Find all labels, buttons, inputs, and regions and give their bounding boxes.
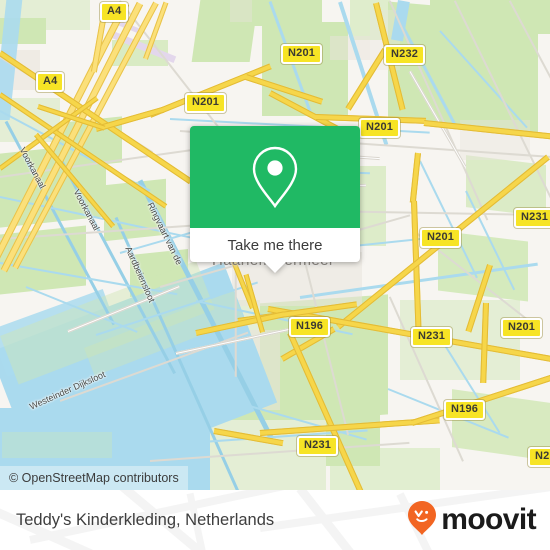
- take-me-there-button[interactable]: Take me there: [190, 228, 360, 273]
- moovit-logo[interactable]: moovit: [407, 490, 537, 550]
- map-canvas[interactable]: Haarlemmermeer Voorkanaal Voorkanaal Rin…: [0, 0, 550, 490]
- road-shield: N201: [281, 44, 323, 64]
- footer-bar: Teddy's Kinderkleding, Netherlands moovi…: [0, 490, 550, 550]
- road-shield: N196: [444, 400, 486, 420]
- road-shield: A4: [100, 2, 129, 22]
- osm-attribution[interactable]: © OpenStreetMap contributors: [0, 466, 188, 490]
- road-shield: N2: [528, 447, 550, 467]
- road-shield: N232: [384, 45, 426, 65]
- page-title: Teddy's Kinderkleding, Netherlands: [16, 510, 275, 529]
- road-shield: N201: [185, 93, 227, 113]
- take-me-there-label: Take me there: [227, 236, 323, 254]
- road-shield: N201: [501, 318, 543, 338]
- popup-pointer-tail: [264, 262, 286, 273]
- location-popup-card[interactable]: Take me there: [190, 126, 360, 273]
- road-shield: N196: [289, 317, 331, 337]
- road-shield: N231: [514, 208, 550, 228]
- road-shield: N201: [420, 228, 462, 248]
- road-shield: N231: [297, 436, 339, 456]
- map-pin-icon: [248, 144, 302, 210]
- road-shield: N201: [359, 118, 401, 138]
- road-shield: N231: [411, 327, 453, 347]
- map-screenshot: Haarlemmermeer Voorkanaal Voorkanaal Rin…: [0, 0, 550, 550]
- popup-icon-panel: [190, 126, 360, 228]
- moovit-wordmark: moovit: [441, 503, 536, 536]
- moovit-pin-icon: [407, 500, 437, 541]
- road-shield: A4: [36, 72, 65, 92]
